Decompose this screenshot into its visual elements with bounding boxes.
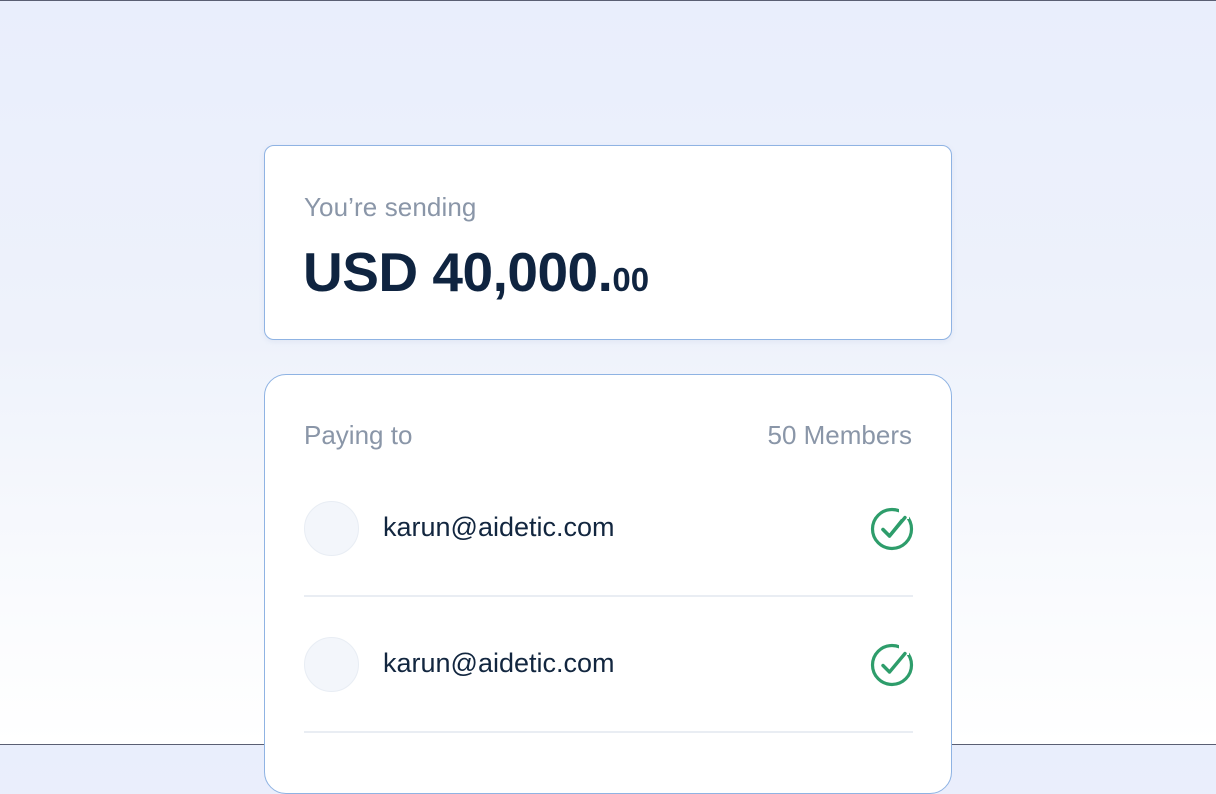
sending-amount: USD 40,000.00 <box>303 240 649 304</box>
member-row[interactable]: karun@aidetic.com <box>304 461 914 597</box>
amount-cents: 00 <box>612 261 650 298</box>
member-count: 50 Members <box>767 420 913 450</box>
avatar <box>304 637 359 692</box>
paying-label: Paying to <box>304 420 413 450</box>
check-circle-icon <box>870 643 914 687</box>
sending-card: You’re sending USD 40,000.00 <box>264 145 952 340</box>
member-email: karun@aidetic.com <box>383 512 615 542</box>
amount-main: USD 40,000. <box>303 241 613 303</box>
member-email: karun@aidetic.com <box>383 648 615 678</box>
sending-label: You’re sending <box>304 192 477 222</box>
avatar <box>304 501 359 556</box>
member-row[interactable]: karun@aidetic.com <box>304 597 914 733</box>
check-circle-icon <box>870 507 914 551</box>
paying-card: Paying to 50 Members karun@aidetic.com k… <box>264 374 952 794</box>
row-divider <box>304 731 913 733</box>
